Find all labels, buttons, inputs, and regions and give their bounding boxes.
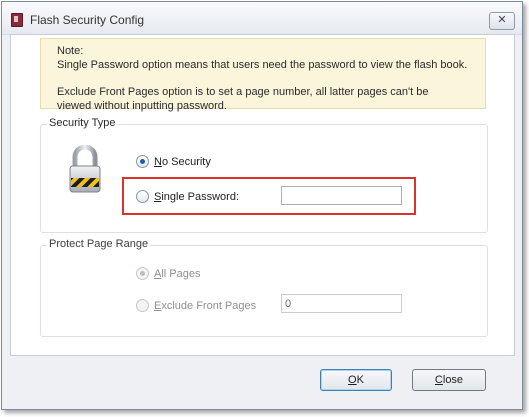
note-line: Exclude Front Pages option is to set a p…: [57, 86, 429, 98]
close-button[interactable]: Close: [412, 369, 486, 391]
single-password-highlight: [122, 177, 416, 215]
note-line: viewed without inputting password.: [57, 100, 227, 112]
exclude-front-pages-label[interactable]: Exclude Front Pages: [154, 300, 256, 312]
dialog-client-area: Note: Single Password option means that …: [10, 34, 515, 356]
note-panel: Note: Single Password option means that …: [40, 38, 486, 112]
window-title: Flash Security Config: [30, 13, 145, 27]
no-security-option[interactable]: No Security: [136, 155, 211, 168]
exclude-front-pages-option[interactable]: Exclude Front Pages: [136, 299, 256, 312]
exclude-front-pages-radio[interactable]: [136, 299, 149, 312]
protect-page-range-title: Protect Page Range: [47, 238, 151, 250]
all-pages-radio[interactable]: [136, 267, 149, 280]
all-pages-label[interactable]: All Pages: [154, 268, 200, 280]
ok-button[interactable]: OK: [320, 369, 392, 391]
dialog-window: Flash Security Config ✕ Note: Single Pas…: [1, 1, 523, 410]
note-heading: Note:: [57, 45, 84, 57]
padlock-icon: [69, 145, 101, 193]
security-type-title: Security Type: [47, 117, 118, 129]
flash-book-icon: [11, 13, 23, 27]
no-security-label[interactable]: No Security: [154, 156, 211, 168]
no-security-radio[interactable]: [136, 155, 149, 168]
close-window-button[interactable]: ✕: [489, 12, 515, 30]
title-bar[interactable]: Flash Security Config ✕: [2, 2, 522, 35]
exclude-pages-input[interactable]: [281, 294, 402, 313]
protect-page-range-group: Protect Page Range All Pages Exclude Fro…: [40, 238, 488, 337]
note-line: Single Password option means that users …: [57, 59, 468, 71]
all-pages-option[interactable]: All Pages: [136, 267, 200, 280]
